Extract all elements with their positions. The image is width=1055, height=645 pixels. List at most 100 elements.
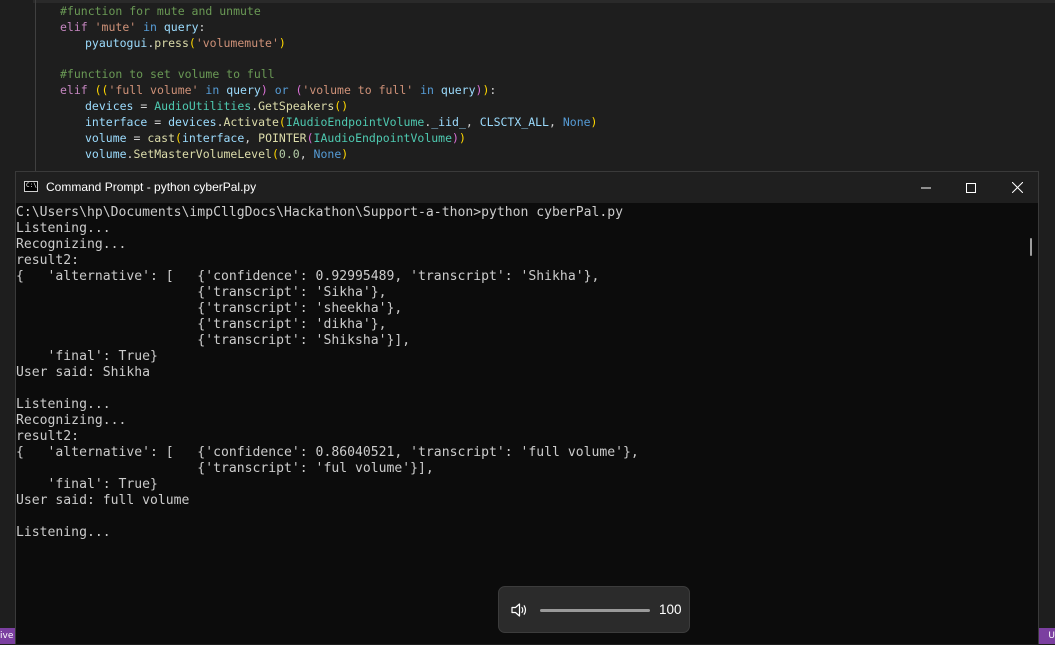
code-token: ) [278,36,286,50]
code-token: 'volume to full' [302,83,414,97]
code-token: ) [341,147,349,161]
scrollbar-thumb[interactable] [1030,238,1032,256]
code-token: ( [278,115,286,129]
code-token: ) [260,83,268,97]
code-token: 0.0 [278,147,300,161]
console-line: {'transcript': 'dikha'}, [16,317,387,332]
console-line: User said: full volume [16,493,190,508]
minimize-icon [921,187,931,188]
close-icon [1011,182,1023,193]
status-bar-right[interactable]: U [1039,628,1055,644]
code-token: query [440,83,476,97]
console-line: result2: [16,253,80,268]
volume-value: 100 [659,602,682,617]
code-token: _iid_ [431,115,466,129]
code-token: devices [85,99,134,113]
code-token: 'volumemute' [195,36,279,50]
window-title: Command Prompt - python cyberPal.py [46,180,257,194]
code-token: devices [168,115,217,129]
status-bar-left[interactable]: ive S [0,628,16,644]
code-token: , [465,115,480,129]
close-button[interactable] [994,172,1040,203]
console-line: { 'alternative': [ {'confidence': 0.9299… [16,269,600,284]
volume-flyout[interactable]: 100 [498,586,690,633]
console-line: User said: Shikha [16,365,151,380]
code-token: POINTER [258,131,307,145]
code-token: , [548,115,563,129]
indent-guide [35,0,36,172]
console-line: Listening... [16,397,111,412]
console-line: {'transcript': 'Shiksha'}], [16,333,411,348]
code-token: query [163,20,199,34]
code-line: volume.SetMasterVolumeLevel(0.0, None) [85,146,348,162]
code-token: () [334,99,349,113]
code-line: devices = AudioUtilities.GetSpeakers() [85,98,348,114]
code-token: ) [458,131,466,145]
code-token: in [413,83,441,97]
speaker-icon[interactable] [510,601,530,619]
code-token: elif [60,83,95,97]
code-token: = [147,115,169,129]
code-token: ( [175,131,182,145]
code-token: or [267,83,296,97]
code-token: Activate [223,115,279,129]
code-token: volume [85,131,127,145]
minimize-button[interactable] [903,172,949,203]
volume-slider[interactable] [540,609,650,612]
code-token: in [198,83,227,97]
console-line: { 'alternative': [ {'confidence': 0.8604… [16,445,639,460]
console-line: Listening... [16,221,111,236]
console-line: 'final': True} [16,477,158,492]
code-line: pyautogui.press('volumemute') [85,35,286,51]
code-token: IAudioEndpointVolume [285,115,425,129]
code-token: query [226,83,261,97]
code-line: #function to set volume to full [60,66,275,82]
code-token: cast [147,131,176,145]
console-line: Listening... [16,525,111,540]
code-token: . [216,115,224,129]
command-prompt-window[interactable]: C:\ Command Prompt - python cyberPal.py … [15,171,1039,644]
code-token: CLSCTX_ALL [479,115,549,129]
code-token: ( [271,147,279,161]
code-token: AudioUtilities [154,99,252,113]
console-output[interactable]: C:\Users\hp\Documents\impCllgDocs\Hackat… [16,205,1021,645]
code-token: ) [452,131,459,145]
code-token: #function for mute and unmute [60,4,261,18]
console-line: 'final': True} [16,349,158,364]
code-line: volume = cast(interface, POINTER(IAudioE… [85,130,466,146]
code-token: elif [60,20,95,34]
console-line: Recognizing... [16,413,127,428]
command-prompt-icon: C:\ [24,181,38,192]
code-token: 'mute' [94,20,137,34]
code-token: press [154,36,189,50]
code-token: (( [94,83,109,97]
code-token: in [136,20,164,34]
maximize-button[interactable] [948,172,994,203]
code-token: ) [590,115,598,129]
icon-label: C:\ [26,182,37,189]
code-token: #function to set volume to full [60,67,275,81]
scrollbar[interactable] [1028,203,1040,645]
maximize-icon [966,182,976,193]
code-token: interface [85,115,148,129]
code-line: elif 'mute' in query: [60,19,205,35]
console-line: Recognizing... [16,237,127,252]
code-token: , [299,147,314,161]
console-line: {'transcript': 'ful volume'}], [16,461,434,476]
console-line: result2: [16,429,80,444]
console-line: C:\Users\hp\Documents\impCllgDocs\Hackat… [16,205,623,220]
code-token: SetMasterVolumeLevel [133,147,272,161]
code-token: : [489,83,497,97]
code-token: volume [85,147,127,161]
code-token: None [313,147,342,161]
code-token: 'full volume' [108,83,199,97]
code-line: #function for mute and unmute [60,3,261,19]
status-right-text: U [1048,631,1055,641]
code-token: GetSpeakers [258,99,335,113]
code-token: None [562,115,591,129]
code-token: ( [188,36,196,50]
title-bar[interactable]: C:\ Command Prompt - python cyberPal.py [16,172,1038,203]
status-left-text: ive S [0,631,14,641]
